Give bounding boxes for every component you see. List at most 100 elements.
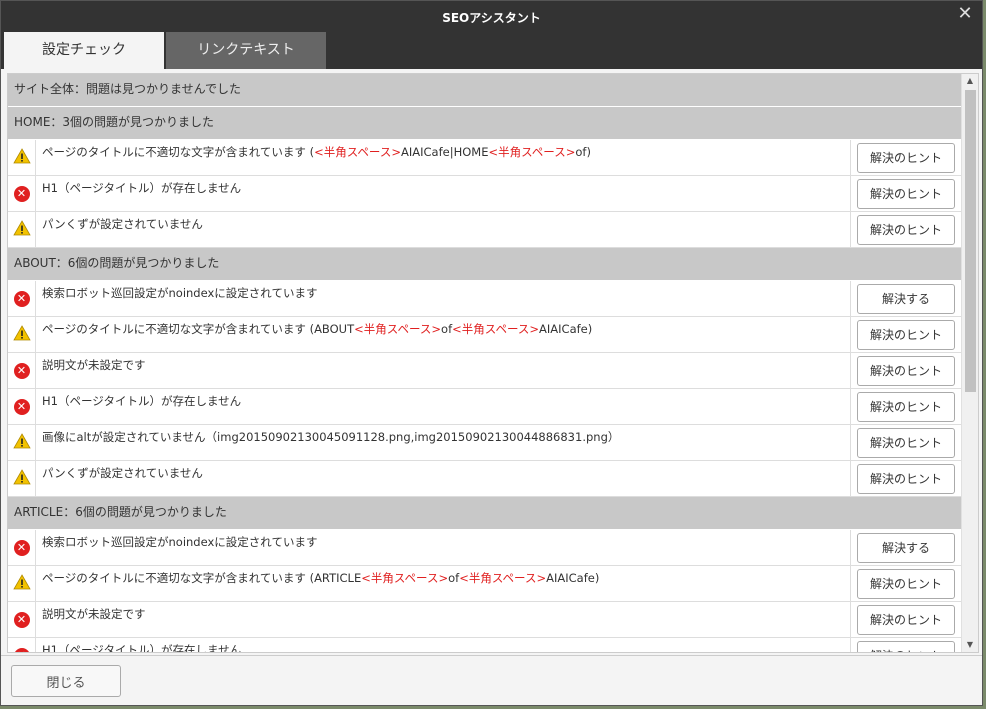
message-text: AIAICafe|HOME bbox=[400, 145, 489, 159]
error-icon-cell: ✕ bbox=[8, 602, 36, 637]
action-cell: 解決のヒント bbox=[851, 461, 961, 496]
warning-icon bbox=[12, 220, 31, 239]
error-icon: ✕ bbox=[13, 362, 30, 379]
hint-button[interactable]: 解決のヒント bbox=[857, 568, 955, 599]
hint-button[interactable]: 解決のヒント bbox=[857, 640, 955, 652]
issue-row: ✕ H1（ページタイトル）が存在しません 解決のヒント bbox=[8, 389, 961, 425]
scroll-down-icon[interactable]: ▼ bbox=[962, 638, 978, 652]
issue-row: ページのタイトルに不適切な文字が含まれています (ARTICLE<半角スペース>… bbox=[8, 566, 961, 602]
tab-settings-check[interactable]: 設定チェック bbox=[4, 32, 164, 69]
issue-message: 説明文が未設定です bbox=[36, 602, 851, 637]
highlight-text: <半角スペース> bbox=[354, 322, 442, 336]
message-text: ページのタイトルに不適切な文字が含まれています (ABOUT bbox=[42, 322, 355, 336]
error-icon: ✕ bbox=[13, 398, 30, 415]
issue-row: ✕ 説明文が未設定です 解決のヒント bbox=[8, 353, 961, 389]
warning-icon bbox=[12, 148, 31, 167]
issues-list: サイト全体：問題は見つかりませんでした HOME：3個の問題が見つかりました ページ… bbox=[8, 74, 961, 652]
action-cell: 解決する bbox=[851, 530, 961, 565]
tab-link-text[interactable]: リンクテキスト bbox=[166, 32, 326, 69]
issue-message: 説明文が未設定です bbox=[36, 353, 851, 388]
highlight-text: <半角スペース> bbox=[314, 145, 401, 159]
error-icon: ✕ bbox=[13, 611, 30, 628]
issue-row: ✕ 説明文が未設定です 解決のヒント bbox=[8, 602, 961, 638]
message-text: AIAICafe) bbox=[539, 322, 593, 336]
message-text: of bbox=[448, 571, 460, 585]
error-icon-cell: ✕ bbox=[8, 353, 36, 388]
hint-button[interactable]: 解決のヒント bbox=[857, 604, 955, 635]
message-text: of) bbox=[575, 145, 591, 159]
seo-assistant-dialog: SEOアシスタント ✕ 設定チェック リンクテキスト サイト全体：問題は見つかり… bbox=[0, 0, 983, 706]
error-icon: ✕ bbox=[13, 647, 30, 652]
action-cell: 解決のヒント bbox=[851, 638, 961, 652]
issue-row: ✕ H1（ページタイトル）が存在しません 解決のヒント bbox=[8, 176, 961, 212]
issues-panel: サイト全体：問題は見つかりませんでした HOME：3個の問題が見つかりました ページ… bbox=[7, 73, 979, 653]
warning-icon bbox=[12, 574, 31, 593]
message-text: パンくずが設定されていません bbox=[42, 466, 203, 480]
hint-button[interactable]: 解決のヒント bbox=[857, 319, 955, 350]
action-cell: 解決のヒント bbox=[851, 389, 961, 424]
error-icon-cell: ✕ bbox=[8, 176, 36, 211]
issue-row: ✕ 検索ロボット巡回設定がnoindexに設定されています 解決する bbox=[8, 281, 961, 317]
scrollbar-thumb[interactable] bbox=[965, 90, 976, 392]
dialog-titlebar: SEOアシスタント ✕ bbox=[1, 1, 982, 32]
issue-message: ページのタイトルに不適切な文字が含まれています (ABOUT<半角スペース>of… bbox=[36, 317, 851, 352]
error-icon-cell: ✕ bbox=[8, 530, 36, 565]
message-text: of bbox=[441, 322, 453, 336]
resolve-button[interactable]: 解決する bbox=[857, 532, 955, 563]
dialog-title: SEOアシスタント bbox=[442, 11, 541, 25]
hint-button[interactable]: 解決のヒント bbox=[857, 463, 955, 494]
highlight-text: <半角スペース> bbox=[452, 322, 540, 336]
action-cell: 解決のヒント bbox=[851, 566, 961, 601]
issue-row: パンくずが設定されていません 解決のヒント bbox=[8, 212, 961, 248]
issue-message: ページのタイトルに不適切な文字が含まれています (ARTICLE<半角スペース>… bbox=[36, 566, 851, 601]
warning-icon-cell bbox=[8, 212, 36, 247]
close-button[interactable]: 閉じる bbox=[11, 665, 121, 697]
action-cell: 解決のヒント bbox=[851, 353, 961, 388]
issue-row: ✕ H1（ページタイトル）が存在しません 解決のヒント bbox=[8, 638, 961, 652]
message-text: H1（ページタイトル）が存在しません bbox=[42, 394, 242, 408]
warning-icon-cell bbox=[8, 140, 36, 175]
highlight-text: <半角スペース> bbox=[488, 145, 576, 159]
message-text: 説明文が未設定です bbox=[42, 607, 146, 621]
hint-button[interactable]: 解決のヒント bbox=[857, 178, 955, 209]
issue-message: H1（ページタイトル）が存在しません bbox=[36, 176, 851, 211]
vertical-scrollbar[interactable]: ▲ ▼ bbox=[961, 74, 978, 652]
error-icon-cell: ✕ bbox=[8, 389, 36, 424]
issue-message: H1（ページタイトル）が存在しません bbox=[36, 389, 851, 424]
issue-message: パンくずが設定されていません bbox=[36, 212, 851, 247]
warning-icon-cell bbox=[8, 461, 36, 496]
message-text: 画像にaltが設定されていません（img20150902130045091128… bbox=[42, 430, 620, 444]
hint-button[interactable]: 解決のヒント bbox=[857, 214, 955, 245]
error-icon-cell: ✕ bbox=[8, 638, 36, 652]
hint-button[interactable]: 解決のヒント bbox=[857, 427, 955, 458]
highlight-text: <半角スペース> bbox=[361, 571, 449, 585]
warning-icon bbox=[12, 433, 31, 452]
hint-button[interactable]: 解決のヒント bbox=[857, 355, 955, 386]
message-text: ページのタイトルに不適切な文字が含まれています (ARTICLE bbox=[42, 571, 362, 585]
warning-icon bbox=[12, 469, 31, 488]
message-text: ページのタイトルに不適切な文字が含まれています ( bbox=[42, 145, 315, 159]
message-text: AIAICafe) bbox=[546, 571, 600, 585]
issue-message: 検索ロボット巡回設定がnoindexに設定されています bbox=[36, 530, 851, 565]
issue-row: 画像にaltが設定されていません（img20150902130045091128… bbox=[8, 425, 961, 461]
issue-row: ページのタイトルに不適切な文字が含まれています (ABOUT<半角スペース>of… bbox=[8, 317, 961, 353]
scroll-up-icon[interactable]: ▲ bbox=[962, 74, 978, 88]
error-icon: ✕ bbox=[13, 290, 30, 307]
section-heading: ARTICLE：6個の問題が見つかりました bbox=[8, 497, 961, 530]
hint-button[interactable]: 解決のヒント bbox=[857, 142, 955, 173]
highlight-text: <半角スペース> bbox=[459, 571, 547, 585]
close-icon[interactable]: ✕ bbox=[956, 5, 974, 23]
resolve-button[interactable]: 解決する bbox=[857, 283, 955, 314]
issue-message: ページのタイトルに不適切な文字が含まれています (<半角スペース>AIAICaf… bbox=[36, 140, 851, 175]
message-text: 説明文が未設定です bbox=[42, 358, 146, 372]
message-text: H1（ページタイトル）が存在しません bbox=[42, 181, 242, 195]
issue-message: 検索ロボット巡回設定がnoindexに設定されています bbox=[36, 281, 851, 316]
section-heading: サイト全体：問題は見つかりませんでした bbox=[8, 74, 961, 107]
dialog-footer: 閉じる bbox=[1, 655, 982, 705]
action-cell: 解決のヒント bbox=[851, 317, 961, 352]
issue-row: ページのタイトルに不適切な文字が含まれています (<半角スペース>AIAICaf… bbox=[8, 140, 961, 176]
issue-row: パンくずが設定されていません 解決のヒント bbox=[8, 461, 961, 497]
hint-button[interactable]: 解決のヒント bbox=[857, 391, 955, 422]
issue-message: H1（ページタイトル）が存在しません bbox=[36, 638, 851, 652]
message-text: パンくずが設定されていません bbox=[42, 217, 203, 231]
